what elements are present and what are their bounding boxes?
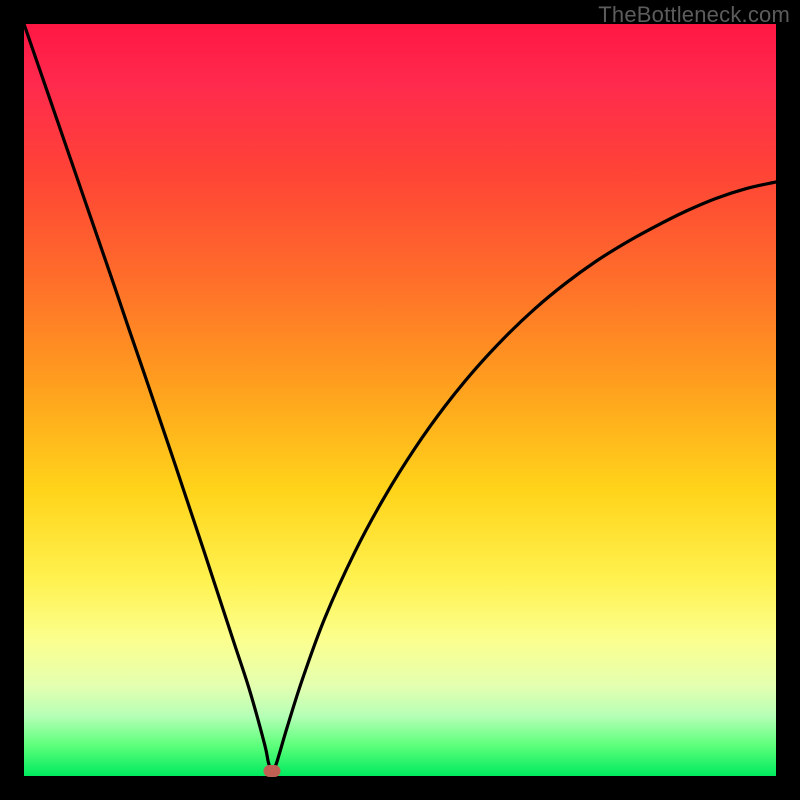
bottleneck-curve — [24, 24, 776, 776]
chart-frame: TheBottleneck.com — [0, 0, 800, 800]
optimal-point-marker — [264, 765, 281, 777]
plot-area — [24, 24, 776, 776]
watermark-text: TheBottleneck.com — [598, 2, 790, 28]
